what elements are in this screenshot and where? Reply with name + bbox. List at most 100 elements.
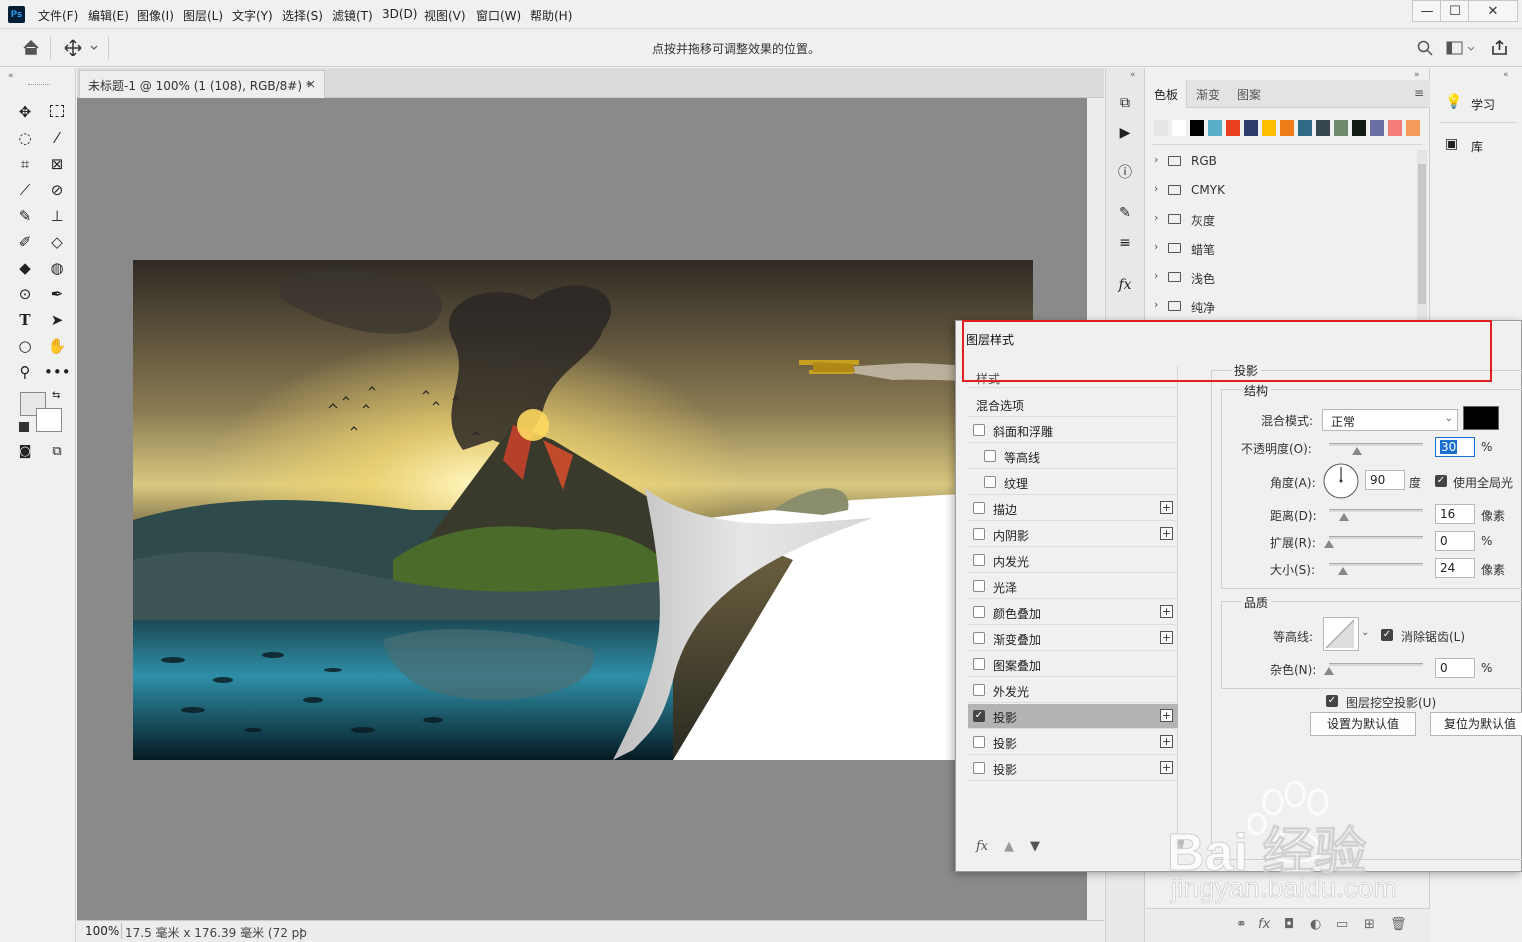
grip-icon[interactable]: [28, 84, 50, 86]
chevron-right-icon[interactable]: ›: [1154, 182, 1158, 195]
effect-checkbox[interactable]: [973, 658, 985, 670]
maximize-button[interactable]: ☐: [1440, 0, 1470, 22]
tab-gradients[interactable]: 渐变: [1188, 80, 1228, 108]
knockout-checkbox[interactable]: ✓: [1326, 695, 1338, 707]
canvas-image[interactable]: [133, 260, 1033, 760]
swatch-folder-row[interactable]: › 浅色: [1154, 268, 1414, 288]
chevron-right-icon[interactable]: ›: [1154, 211, 1158, 224]
distance-slider[interactable]: [1329, 509, 1423, 512]
scrollbar-thumb[interactable]: [1418, 164, 1426, 304]
effect-checkbox[interactable]: ✓: [973, 710, 985, 722]
effect-row[interactable]: ✓ 投影 +: [968, 704, 1178, 729]
move-up-icon[interactable]: ▲: [1004, 839, 1014, 854]
default-colors-icon[interactable]: [19, 422, 29, 432]
effect-checkbox[interactable]: [973, 424, 985, 436]
more-tools-icon[interactable]: •••: [44, 360, 71, 384]
fx-menu-icon[interactable]: fx: [976, 839, 988, 854]
crop-tool-icon[interactable]: ⌗: [12, 152, 38, 176]
set-default-button[interactable]: 设置为默认值: [1310, 712, 1416, 736]
menu-window[interactable]: 窗口(W): [476, 7, 521, 24]
zoom-tool-icon[interactable]: ⚲: [12, 360, 38, 384]
styles-fx-icon[interactable]: fx: [1114, 274, 1136, 296]
spread-slider[interactable]: [1329, 536, 1423, 539]
color-swatch[interactable]: [1388, 120, 1402, 136]
effect-row[interactable]: 光泽: [968, 574, 1178, 599]
spread-input[interactable]: 0: [1435, 531, 1475, 551]
effect-row[interactable]: 内发光: [968, 548, 1178, 573]
add-effect-icon[interactable]: +: [1160, 631, 1173, 644]
document-tab[interactable]: 未标题-1 @ 100% (1 (108), RGB/8#) * ×: [79, 70, 325, 98]
swap-colors-icon[interactable]: ⇆: [52, 390, 60, 401]
effect-row[interactable]: 斜面和浮雕: [968, 418, 1178, 443]
screen-mode-icon[interactable]: ⧉: [44, 440, 70, 464]
size-input[interactable]: 24: [1435, 558, 1475, 578]
styles-header[interactable]: 样式: [968, 366, 1178, 388]
collapse-arrows-icon[interactable]: «: [8, 71, 14, 81]
lasso-tool-icon[interactable]: ◌: [12, 126, 38, 150]
opacity-slider[interactable]: [1329, 443, 1423, 446]
effect-row[interactable]: 等高线: [968, 444, 1178, 469]
add-effect-icon[interactable]: +: [1160, 527, 1173, 540]
blend-options-row[interactable]: 混合选项: [968, 392, 1178, 417]
pen-tool-icon[interactable]: ✒: [44, 282, 70, 306]
clone-stamp-tool-icon[interactable]: ⊥: [44, 204, 70, 228]
search-icon[interactable]: [1417, 40, 1433, 56]
learn-item[interactable]: 💡 学习: [1441, 92, 1521, 116]
status-zoom[interactable]: 100%: [85, 924, 119, 938]
chevron-right-icon[interactable]: ›: [1154, 153, 1158, 166]
collapse-arrows-icon[interactable]: «: [1503, 70, 1509, 80]
eyedropper-tool-icon[interactable]: ⟋: [12, 178, 38, 202]
brush-tool-icon[interactable]: ✎: [12, 204, 38, 228]
swatch-folder-row[interactable]: › 纯净: [1154, 297, 1414, 317]
history-brush-tool-icon[interactable]: ✐: [12, 230, 38, 254]
color-swatch[interactable]: [1316, 120, 1330, 136]
tab-swatches[interactable]: 色板: [1146, 80, 1188, 108]
swatch-folder-row[interactable]: › RGB: [1154, 152, 1414, 172]
frame-tool-icon[interactable]: ⊠: [44, 152, 70, 176]
color-swatch[interactable]: [1298, 120, 1312, 136]
fx-icon[interactable]: fx: [1258, 917, 1270, 932]
background-color-swatch[interactable]: [36, 408, 62, 432]
color-swatch[interactable]: [1334, 120, 1348, 136]
effect-row[interactable]: 外发光: [968, 678, 1178, 703]
color-swatch[interactable]: [1280, 120, 1294, 136]
move-down-icon[interactable]: ▼: [1030, 839, 1040, 854]
color-swatch[interactable]: [1172, 120, 1186, 136]
color-swatch[interactable]: [1352, 120, 1366, 136]
menu-help[interactable]: 帮助(H): [530, 7, 572, 24]
effect-row[interactable]: 颜色叠加 +: [968, 600, 1178, 625]
status-arrow-icon[interactable]: ›: [299, 923, 304, 937]
color-swatch[interactable]: [1154, 120, 1168, 136]
move-tool-icon[interactable]: [64, 39, 100, 56]
collapse-arrows-icon[interactable]: «: [1130, 70, 1136, 80]
color-swatch[interactable]: [1226, 120, 1240, 136]
color-swatch[interactable]: [1244, 120, 1258, 136]
chevron-down-icon[interactable]: ⌄: [1361, 627, 1369, 638]
move-tool-icon[interactable]: ✥: [12, 100, 38, 124]
workspace-icon[interactable]: [1446, 41, 1474, 55]
menu-layer[interactable]: 图层(L): [183, 7, 223, 24]
add-effect-icon[interactable]: +: [1160, 501, 1173, 514]
color-swatch[interactable]: [1370, 120, 1384, 136]
add-effect-icon[interactable]: +: [1160, 761, 1173, 774]
chevron-right-icon[interactable]: ›: [1154, 240, 1158, 253]
actions-play-icon[interactable]: ▶: [1114, 122, 1136, 144]
adjustment-layer-icon[interactable]: ◐: [1310, 917, 1321, 932]
effect-checkbox[interactable]: [973, 684, 985, 696]
library-item[interactable]: ▣ 库: [1441, 134, 1521, 158]
angle-dial[interactable]: [1322, 462, 1360, 500]
path-selection-tool-icon[interactable]: ➤: [44, 308, 70, 332]
color-swatch[interactable]: [1262, 120, 1276, 136]
delete-effect-icon[interactable]: 🗑: [1172, 839, 1186, 852]
add-effect-icon[interactable]: +: [1160, 605, 1173, 618]
effect-checkbox[interactable]: [973, 606, 985, 618]
distance-slider-thumb[interactable]: [1339, 513, 1349, 521]
add-effect-icon[interactable]: +: [1160, 735, 1173, 748]
angle-input[interactable]: 90: [1365, 470, 1405, 490]
color-swatch[interactable]: [1208, 120, 1222, 136]
new-layer-icon[interactable]: ⊞: [1364, 917, 1375, 932]
effect-checkbox[interactable]: [973, 554, 985, 566]
size-slider[interactable]: [1329, 563, 1423, 566]
dodge-tool-icon[interactable]: ⊙: [12, 282, 38, 306]
home-icon[interactable]: [22, 39, 40, 56]
